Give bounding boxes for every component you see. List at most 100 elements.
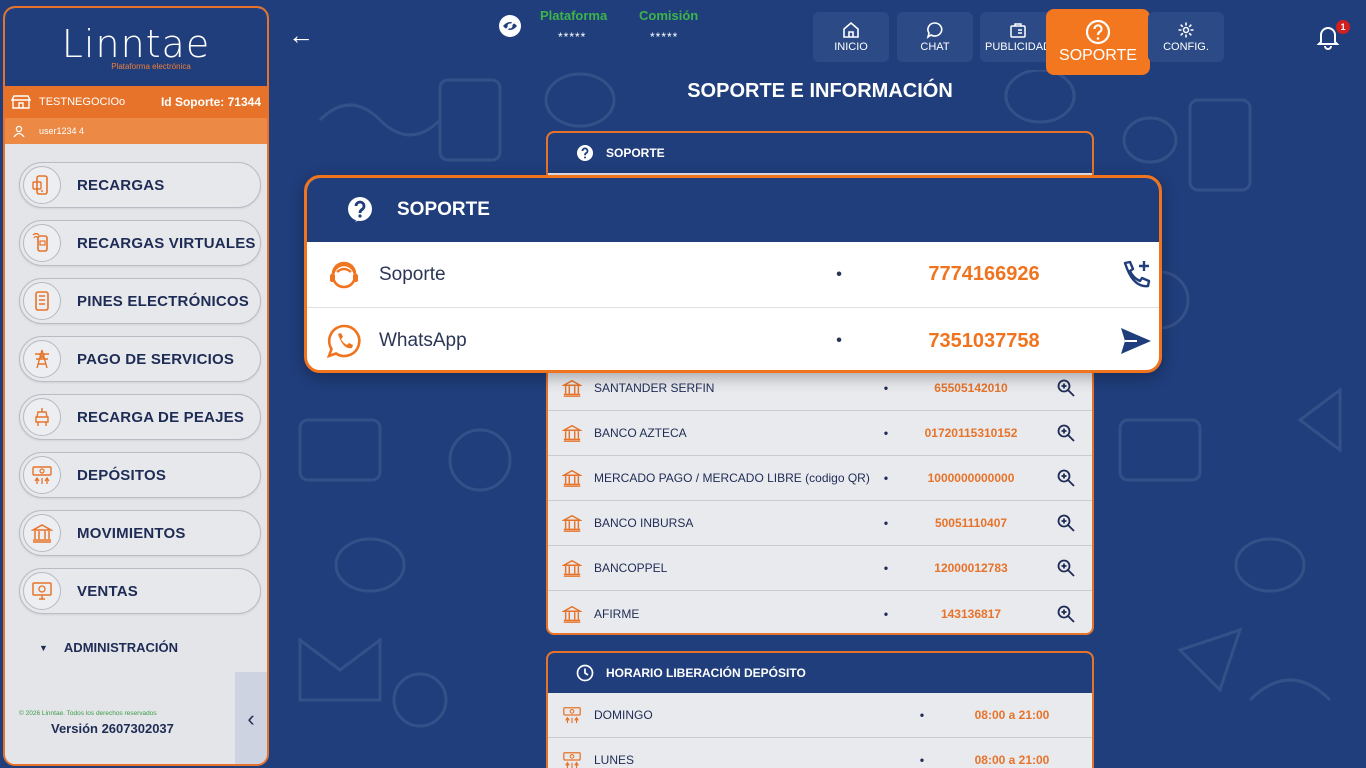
- business-name: TESTNEGOCIOo: [39, 96, 126, 108]
- sidebar-menu: RECARGAS RECARGAS VIRTUALES PINES ELECTR…: [5, 144, 267, 614]
- schedule-day: DOMINGO: [594, 708, 653, 722]
- separator-dot: •: [883, 381, 889, 395]
- send-icon[interactable]: [1119, 324, 1153, 358]
- menu-label: VENTAS: [77, 582, 138, 600]
- nav-label: PUBLICIDAD: [984, 41, 1052, 53]
- bank-row: BANCO INBURSA • 50051110407: [548, 501, 1092, 546]
- bank-name: BANCO AZTECA: [594, 426, 687, 440]
- eye-hidden-icon[interactable]: [498, 14, 522, 38]
- nav-label: CHAT: [920, 41, 950, 53]
- contact-name: Soporte: [379, 263, 446, 285]
- menu-item-recargas[interactable]: RECARGAS: [19, 162, 261, 208]
- nav-chat[interactable]: CHAT: [897, 12, 973, 62]
- phone-call-icon[interactable]: [1119, 258, 1153, 292]
- panel-header: SOPORTE: [548, 133, 1092, 173]
- separator-dot: •: [836, 332, 842, 349]
- clock-icon: [576, 664, 594, 682]
- logo-subtitle: Plataforma electrónica: [111, 61, 191, 71]
- separator-dot: •: [919, 753, 925, 767]
- notification-badge: 1: [1336, 20, 1350, 34]
- help-icon: [1085, 19, 1111, 45]
- bank-number: 65505142010: [934, 381, 1008, 395]
- sales-icon: [23, 572, 61, 610]
- separator-dot: •: [883, 606, 889, 621]
- menu-label: DEPÓSITOS: [77, 466, 167, 484]
- admin-label: ADMINISTRACIÓN: [63, 640, 179, 655]
- bank-icon: [562, 469, 582, 487]
- support-agent-icon: [330, 261, 358, 288]
- gear-icon: [1178, 22, 1194, 38]
- menu-item-depositos[interactable]: DEPÓSITOS: [19, 452, 261, 498]
- bank-icon: [562, 379, 582, 397]
- separator-dot: •: [883, 471, 889, 485]
- support-contact-card: SOPORTE Soporte • 7774166926 WhatsApp • …: [304, 175, 1162, 373]
- schedule-row: DOMINGO • 08:00 a 21:00: [548, 693, 1092, 738]
- nav-label: SOPORTE: [1059, 47, 1137, 64]
- panel-header: HORARIO LIBERACIÓN DEPÓSITO: [548, 653, 1092, 693]
- virtual-recharge-icon: [23, 224, 61, 262]
- plataforma-value: *****: [558, 30, 587, 44]
- recharge-icon: [23, 166, 61, 204]
- user-row: user1234 4: [5, 118, 267, 144]
- zoom-in-icon[interactable]: [1056, 513, 1076, 533]
- schedule-row: LUNES • 08:00 a 21:00: [548, 738, 1092, 768]
- bank-list: SANTANDER SERFIN • 65505142010 BANCO AZT…: [548, 366, 1092, 633]
- menu-item-recargas-virtuales[interactable]: RECARGAS VIRTUALES: [19, 220, 261, 266]
- panel-title: HORARIO LIBERACIÓN DEPÓSITO: [606, 666, 806, 680]
- zoom-in-icon[interactable]: [1056, 423, 1076, 443]
- toll-icon: [23, 398, 61, 436]
- menu-item-pago-servicios[interactable]: PAGO DE SERVICIOS: [19, 336, 261, 382]
- pin-icon: [23, 282, 61, 320]
- sidebar: Linntae Plataforma electrónica TESTNEGOC…: [3, 6, 269, 766]
- logo-area: Linntae Plataforma electrónica: [5, 8, 267, 86]
- schedule-day: LUNES: [594, 753, 635, 767]
- app-root: Linntae Plataforma electrónica TESTNEGOC…: [0, 0, 1366, 768]
- nav-soporte[interactable]: SOPORTE: [1046, 9, 1150, 75]
- support-id: Id Soporte: 71344: [160, 95, 261, 109]
- schedule-hours: 08:00 a 21:00: [974, 708, 1050, 722]
- separator-dot: •: [883, 561, 889, 575]
- zoom-in-icon[interactable]: [1056, 378, 1076, 398]
- bank-row: AFIRME • 143136817: [548, 591, 1092, 633]
- caret-down-icon: ▼: [39, 643, 48, 653]
- nav-label: CONFIG.: [1163, 41, 1209, 53]
- bank-icon: [562, 514, 582, 532]
- contact-number: 7351037758: [928, 329, 1040, 352]
- store-icon: [11, 95, 31, 109]
- bank-icon: [562, 559, 582, 577]
- version: Versión 2607302037: [51, 721, 174, 736]
- deposit-icon: [23, 456, 61, 494]
- menu-label: RECARGAS VIRTUALES: [77, 234, 256, 252]
- zoom-in-icon[interactable]: [1056, 604, 1076, 624]
- menu-item-administracion[interactable]: ▼ ADMINISTRACIÓN: [39, 640, 178, 656]
- schedule-panel: HORARIO LIBERACIÓN DEPÓSITO DOMINGO • 08…: [546, 651, 1094, 768]
- zoom-in-icon[interactable]: [1056, 558, 1076, 578]
- bank-row: BANCOPPEL • 12000012783: [548, 546, 1092, 591]
- nav-inicio[interactable]: INICIO: [813, 12, 889, 62]
- collapse-sidebar-button[interactable]: ‹: [235, 672, 267, 764]
- arrow-left-icon: ←: [288, 20, 314, 50]
- back-button[interactable]: ←: [288, 22, 314, 48]
- nav-config[interactable]: CONFIG.: [1148, 12, 1224, 62]
- plataforma-label: Plataforma: [540, 8, 608, 23]
- service-tower-icon: [23, 340, 61, 378]
- menu-item-pines[interactable]: PINES ELECTRÓNICOS: [19, 278, 261, 324]
- bank-name: AFIRME: [594, 606, 640, 621]
- bank-number: 01720115310152: [924, 426, 1018, 440]
- copyright: © 2026 Linntae. Todos los derechos reser…: [19, 710, 157, 717]
- menu-label: RECARGAS: [77, 176, 165, 194]
- menu-label: MOVIMIENTOS: [77, 524, 186, 542]
- bank-name: MERCADO PAGO / MERCADO LIBRE (codigo QR): [594, 471, 870, 485]
- page-title: SOPORTE E INFORMACIÓN: [687, 80, 953, 102]
- menu-item-movimientos[interactable]: MOVIMIENTOS: [19, 510, 261, 556]
- menu-item-peajes[interactable]: RECARGA DE PEAJES: [19, 394, 261, 440]
- bank-name: BANCO INBURSA: [594, 516, 694, 530]
- menu-item-ventas[interactable]: VENTAS: [19, 568, 261, 614]
- schedule-hours: 08:00 a 21:00: [974, 753, 1050, 767]
- logo: Linntae: [61, 21, 211, 66]
- separator-dot: •: [883, 426, 889, 440]
- zoom-in-icon[interactable]: [1056, 468, 1076, 488]
- bank-number: 50051110407: [934, 516, 1008, 530]
- help-icon: [348, 197, 372, 222]
- nav-publicidad[interactable]: PUBLICIDAD: [980, 12, 1056, 62]
